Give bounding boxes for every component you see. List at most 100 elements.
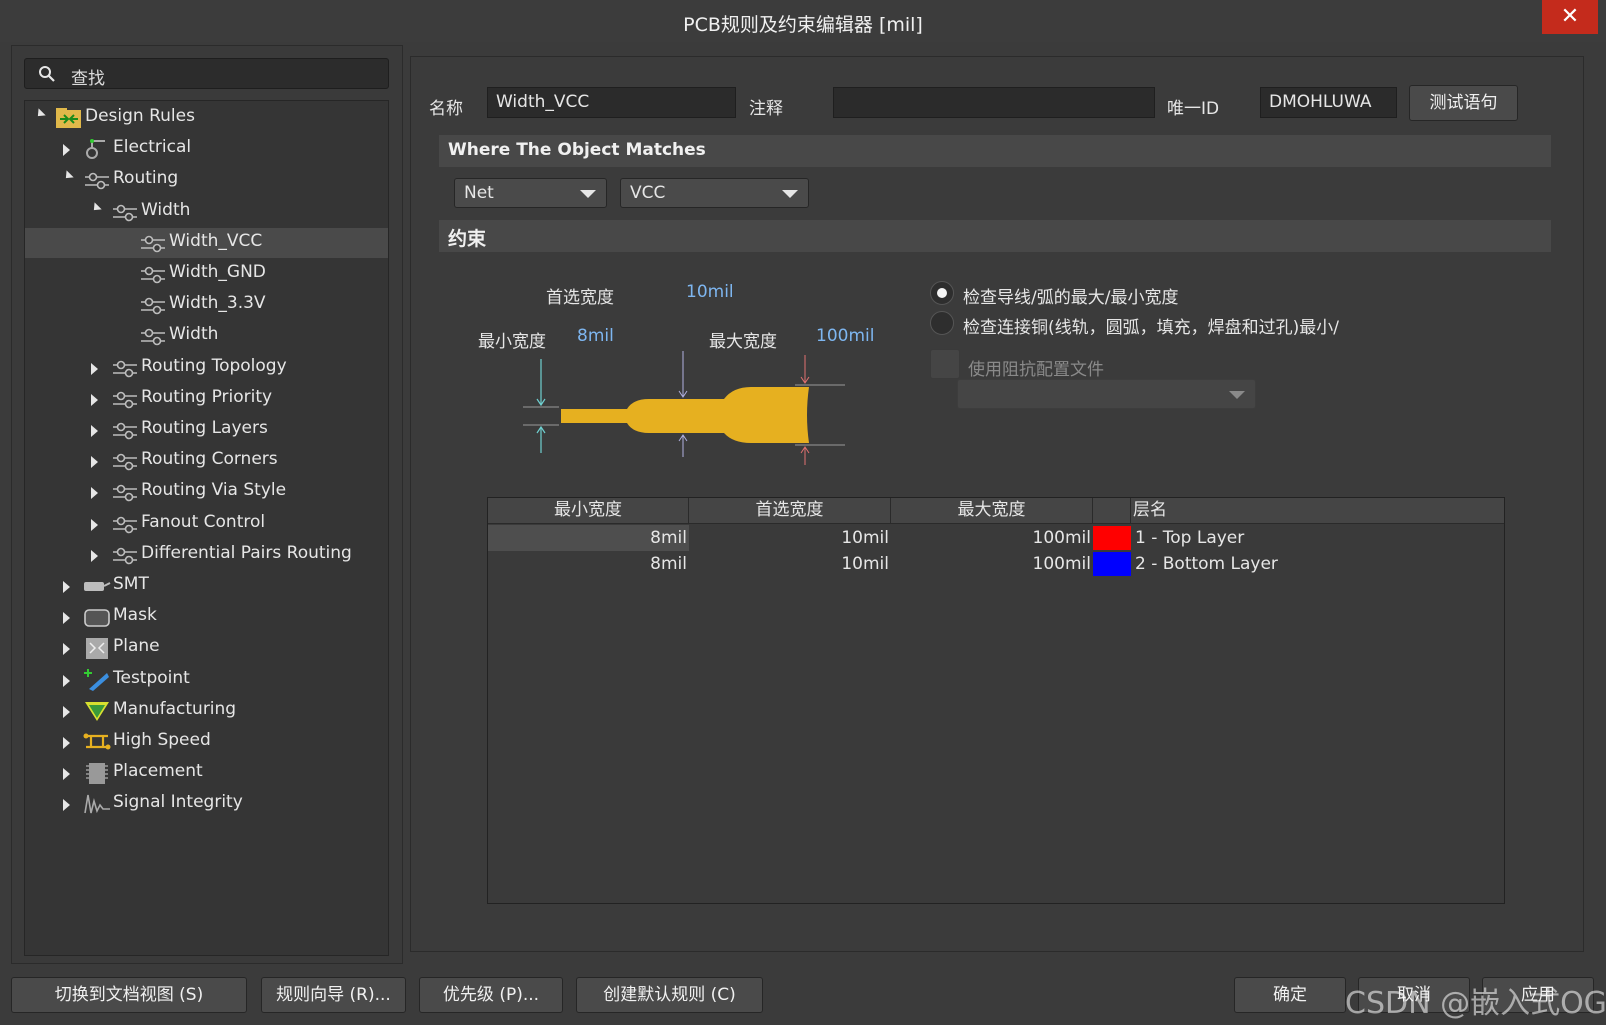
tree-item[interactable]: Differential Pairs Routing (25, 540, 388, 570)
signal-integrity-icon (83, 793, 111, 815)
tree-item[interactable]: Routing Topology (25, 353, 388, 383)
tree-item[interactable]: Width (25, 321, 388, 351)
tree-item-label: Differential Pairs Routing (141, 542, 352, 563)
tree-item[interactable]: Routing Layers (25, 415, 388, 445)
preferred-width-cell[interactable]: 10mil (689, 551, 891, 577)
collapsed-arrow-icon[interactable] (91, 425, 98, 437)
routing-icon (139, 263, 167, 285)
table-row[interactable]: 8mil 10mil 100mil 2 - Bottom Layer (488, 551, 1504, 577)
match-type-select[interactable]: Net (454, 178, 607, 208)
tree-item[interactable]: Routing Corners (25, 446, 388, 476)
testpoint-icon (83, 668, 111, 691)
collapsed-arrow-icon[interactable] (91, 518, 98, 531)
tree-item[interactable]: Routing Priority (25, 384, 388, 414)
collapsed-arrow-icon[interactable] (63, 737, 70, 749)
layer-color-swatch (1093, 526, 1131, 550)
match-net-value: VCC (630, 183, 666, 203)
tree-item[interactable]: SMT (25, 571, 388, 601)
collapsed-arrow-icon[interactable] (63, 581, 70, 593)
preferred-width-value[interactable]: 10mil (686, 282, 734, 302)
collapsed-arrow-icon[interactable] (63, 144, 70, 157)
tree-item-label: SMT (113, 574, 149, 594)
ok-button[interactable]: 确定 (1234, 977, 1346, 1013)
expanded-arrow-icon[interactable] (62, 170, 74, 183)
preferred-width-label: 首选宽度 (546, 288, 614, 308)
create-default-rules-button[interactable]: 创建默认规则 (C) (576, 977, 763, 1013)
tree-item[interactable]: Fanout Control (25, 509, 388, 539)
check-copper-width-radio[interactable] (930, 311, 954, 335)
search-icon (39, 66, 55, 82)
min-width-value[interactable]: 8mil (577, 326, 614, 346)
switch-to-document-view-button[interactable]: 切换到文档视图 (S) (11, 977, 247, 1013)
check-track-arc-width-radio[interactable] (930, 281, 954, 305)
max-width-cell[interactable]: 100mil (891, 525, 1093, 551)
tree-item[interactable]: Signal Integrity (25, 789, 388, 819)
collapsed-arrow-icon[interactable] (91, 393, 98, 406)
where-object-matches-header: Where The Object Matches (439, 135, 1551, 167)
tree-item[interactable]: Width_3.3V (25, 290, 388, 320)
tree-item[interactable]: Manufacturing (25, 696, 388, 726)
collapsed-arrow-icon[interactable] (63, 799, 70, 812)
collapsed-arrow-icon[interactable] (63, 705, 70, 718)
max-width-cell[interactable]: 100mil (891, 551, 1093, 577)
impedance-profile-checkbox[interactable] (930, 349, 960, 379)
tree-item[interactable]: Routing Via Style (25, 477, 388, 507)
routing-icon (139, 294, 167, 316)
min-width-cell[interactable]: 8mil (488, 525, 689, 551)
expanded-arrow-icon[interactable] (34, 108, 46, 120)
collapsed-arrow-icon[interactable] (63, 674, 70, 687)
check-copper-width-label: 检查连接铜(线轨，圆弧，填充，焊盘和过孔)最小/ (963, 318, 1339, 338)
routing-icon (111, 419, 139, 441)
tree-item[interactable]: High Speed (25, 727, 388, 757)
min-width-cell[interactable]: 8mil (488, 551, 689, 577)
mask-icon (83, 606, 111, 628)
tree-item-label: Routing Layers (141, 418, 268, 438)
match-net-select[interactable]: VCC (620, 178, 809, 208)
tree-item[interactable]: Width (25, 197, 388, 227)
grid-header-min-width[interactable]: 最小宽度 (488, 498, 689, 524)
collapsed-arrow-icon[interactable] (91, 456, 98, 469)
collapsed-arrow-icon[interactable] (91, 362, 98, 375)
tree-item[interactable]: Plane (25, 633, 388, 663)
tree-item-label: Width_3.3V (169, 293, 266, 314)
max-width-value[interactable]: 100mil (816, 326, 874, 346)
routing-icon (111, 450, 139, 472)
priority-button[interactable]: 优先级 (P)... (419, 977, 563, 1013)
search-input[interactable]: 查找 (24, 58, 389, 89)
tree-item[interactable]: Routing (25, 165, 388, 195)
name-field[interactable]: Width_VCC (487, 87, 736, 118)
routing-icon (139, 232, 167, 254)
tree-item[interactable]: Mask (25, 602, 388, 632)
close-button[interactable]: ✕ (1542, 0, 1598, 34)
tree-item-label: Manufacturing (113, 698, 237, 719)
comment-field[interactable] (833, 87, 1155, 118)
collapsed-arrow-icon[interactable] (63, 643, 70, 656)
tree-item[interactable]: Electrical (25, 134, 388, 164)
tree-item-label: Testpoint (113, 667, 190, 688)
tree-item[interactable]: Placement (25, 758, 388, 788)
test-query-button[interactable]: 测试语句 (1409, 85, 1518, 121)
expanded-arrow-icon[interactable] (90, 201, 102, 214)
collapsed-arrow-icon[interactable] (91, 549, 98, 562)
grid-header-max-width[interactable]: 最大宽度 (891, 498, 1093, 524)
tree-item[interactable]: Design Rules (25, 103, 388, 133)
tree-item[interactable]: Width_VCC (25, 227, 388, 258)
watermark: CSDN @嵌入式OG (1345, 986, 1606, 1021)
grid-header-layer-name[interactable]: 层名 (1131, 498, 1504, 524)
tree-item[interactable]: Width_GND (25, 259, 388, 289)
impedance-profile-select[interactable] (957, 379, 1256, 409)
tree-item[interactable]: Testpoint (25, 665, 388, 695)
collapsed-arrow-icon[interactable] (91, 487, 98, 500)
table-row[interactable]: 8mil 10mil 100mil 1 - Top Layer (488, 525, 1504, 551)
collapsed-arrow-icon[interactable] (63, 768, 70, 781)
tree-item-label: Routing Corners (141, 449, 278, 470)
layer-color-swatch (1093, 552, 1131, 576)
routing-icon (111, 481, 139, 503)
uid-field[interactable]: DMOHLUWA (1260, 87, 1397, 118)
grid-header-preferred-width[interactable]: 首选宽度 (689, 498, 891, 524)
preferred-width-cell[interactable]: 10mil (689, 525, 891, 551)
routing-icon (83, 169, 111, 191)
collapsed-arrow-icon[interactable] (63, 612, 70, 625)
tree-item-label: High Speed (113, 730, 211, 750)
rule-wizard-button[interactable]: 规则向导 (R)... (261, 977, 406, 1013)
